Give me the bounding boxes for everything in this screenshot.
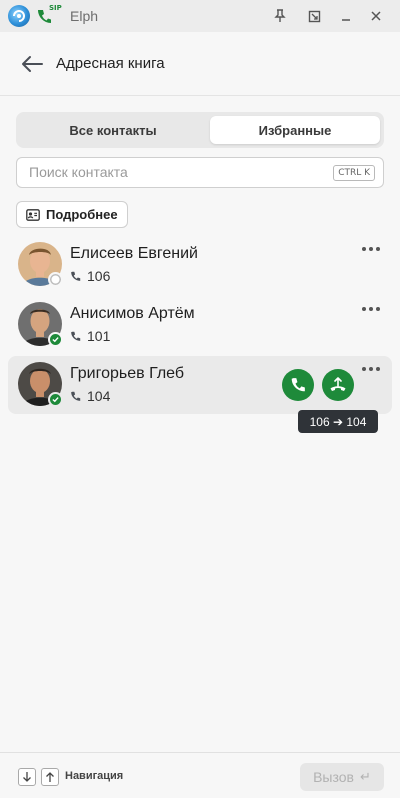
arrow-down-icon (18, 768, 36, 786)
contact-name: Елисеев Евгений (70, 245, 198, 262)
page-header: Адресная книга (0, 32, 400, 96)
status-offline-badge (48, 272, 63, 287)
details-button[interactable]: Подробнее (16, 201, 128, 228)
more-horizontal-icon[interactable] (362, 364, 380, 374)
call-button[interactable] (282, 369, 314, 401)
contact-name: Анисимов Артём (70, 305, 195, 322)
contact-card-icon (26, 208, 40, 221)
app-logo-icon (8, 5, 30, 27)
contact-item[interactable]: Григорьев Глеб 104 (8, 356, 392, 414)
call-transfer-icon (330, 377, 346, 391)
contact-extension-number: 104 (87, 388, 111, 404)
status-online-badge (48, 332, 63, 347)
contact-extension: 101 (70, 328, 110, 344)
restore-icon[interactable] (304, 6, 324, 26)
back-button[interactable] (20, 53, 44, 75)
details-button-label: Подробнее (46, 207, 118, 222)
search-box: CTRL K (16, 157, 384, 188)
contact-item[interactable]: Елисеев Евгений 106 (8, 236, 392, 294)
tab-favorites[interactable]: Избранные (210, 116, 380, 144)
enter-key-icon: ↵ (359, 769, 371, 785)
minimize-icon[interactable] (336, 6, 356, 26)
phone-icon (71, 391, 81, 401)
sip-label: SIP (49, 4, 62, 12)
more-horizontal-icon[interactable] (362, 304, 380, 314)
contact-extension-number: 101 (87, 328, 111, 344)
contact-name: Григорьев Глеб (70, 365, 185, 382)
phone-icon (71, 271, 81, 281)
footer-bar: Навигация Вызов ↵ (0, 752, 400, 798)
arrow-up-icon (41, 768, 59, 786)
contact-extension: 104 (70, 388, 110, 404)
contact-extension: 106 (70, 268, 110, 284)
contacts-tabs: Все контакты Избранные (16, 112, 384, 148)
sip-phone-icon: SIP (37, 4, 62, 27)
page-title: Адресная книга (56, 55, 165, 72)
transfer-call-button[interactable] (322, 369, 354, 401)
arrow-left-icon (22, 56, 43, 72)
call-submit-label: Вызов (313, 769, 354, 785)
status-online-badge (48, 392, 63, 407)
tab-all-contacts[interactable]: Все контакты (20, 116, 206, 144)
transfer-tooltip: 106 ➔ 104 (298, 410, 378, 433)
call-submit-button[interactable]: Вызов ↵ (300, 763, 384, 791)
search-shortcut-hint: CTRL K (333, 165, 375, 181)
more-horizontal-icon[interactable] (362, 244, 380, 254)
title-bar: SIP Elph (0, 0, 400, 32)
phone-icon (71, 331, 81, 341)
navigation-hint-label: Навигация (65, 770, 124, 782)
contact-item[interactable]: Анисимов Артём 101 (8, 296, 392, 354)
app-title: Elph (70, 8, 99, 24)
contact-extension-number: 106 (87, 268, 111, 284)
close-icon[interactable] (366, 6, 386, 26)
phone-icon (291, 378, 305, 392)
pin-icon[interactable] (270, 6, 290, 26)
search-input[interactable] (29, 164, 329, 180)
